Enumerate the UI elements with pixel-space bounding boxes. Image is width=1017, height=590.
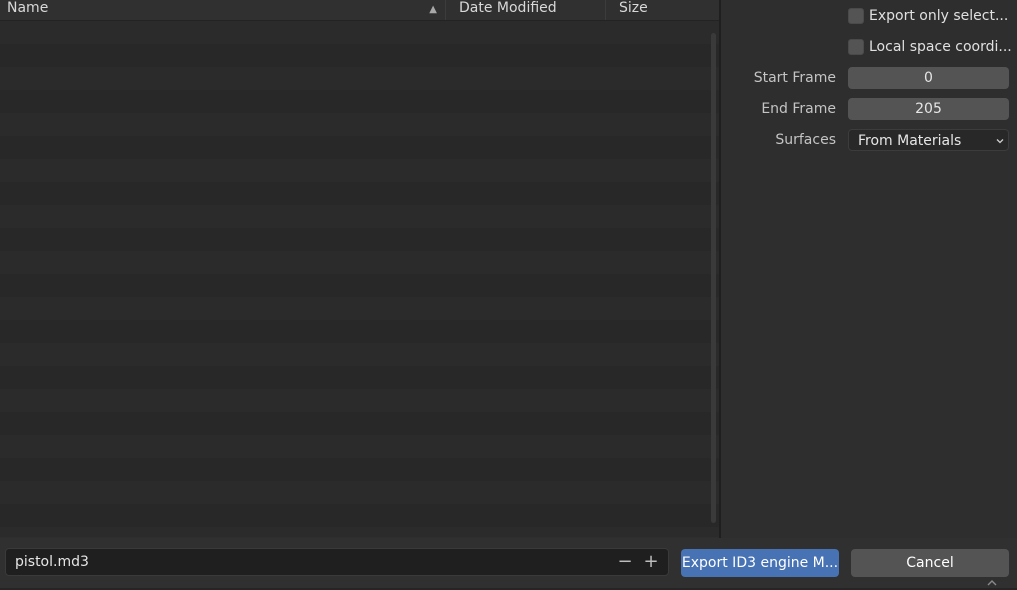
panel-divider[interactable] — [719, 0, 721, 538]
export-only-selected-option[interactable]: Export only select... — [848, 6, 1008, 26]
filename-value: pistol.md3 — [15, 554, 89, 570]
column-name-label: Name — [7, 0, 49, 16]
cancel-button[interactable]: Cancel — [851, 549, 1009, 577]
export-button[interactable]: Export ID3 engine M... — [681, 549, 839, 577]
file-list-row[interactable] — [0, 412, 719, 435]
file-list[interactable] — [0, 21, 719, 537]
file-export-dialog: Name ▲ Date Modified Size Export only se… — [0, 0, 1017, 590]
file-list-row[interactable] — [0, 90, 719, 113]
file-list-row[interactable] — [0, 159, 719, 182]
file-list-row[interactable] — [0, 343, 719, 366]
export-only-selected-label: Export only select... — [869, 8, 1009, 24]
file-list-row[interactable] — [0, 481, 719, 504]
surfaces-value: From Materials — [858, 133, 962, 149]
file-list-row[interactable] — [0, 389, 719, 412]
column-date-label: Date Modified — [459, 0, 557, 16]
scrollbar-thumb[interactable] — [711, 33, 716, 523]
file-list-row[interactable] — [0, 113, 719, 136]
file-list-row[interactable] — [0, 251, 719, 274]
chevron-down-icon — [996, 139, 1004, 144]
file-list-row[interactable] — [0, 136, 719, 159]
file-list-row[interactable] — [0, 297, 719, 320]
file-list-row[interactable] — [0, 67, 719, 90]
file-list-row[interactable] — [0, 205, 719, 228]
column-date-modified[interactable]: Date Modified — [446, 0, 606, 20]
column-header: Name ▲ Date Modified Size — [0, 0, 719, 21]
file-browser[interactable]: Name ▲ Date Modified Size — [0, 0, 719, 537]
start-frame-label: Start Frame — [753, 70, 836, 86]
file-list-row[interactable] — [0, 182, 719, 205]
surfaces-label: Surfaces — [775, 132, 836, 148]
end-frame-label: End Frame — [761, 101, 836, 117]
decrement-filename-button[interactable]: − — [612, 549, 638, 575]
local-space-option[interactable]: Local space coordi... — [848, 37, 1012, 57]
file-list-row[interactable] — [0, 21, 719, 44]
local-space-label: Local space coordi... — [869, 39, 1012, 55]
increment-filename-button[interactable]: + — [638, 549, 664, 575]
start-frame-field[interactable]: 0 — [848, 67, 1009, 89]
export-only-selected-checkbox[interactable] — [848, 8, 864, 24]
column-size[interactable]: Size — [606, 0, 719, 20]
local-space-checkbox[interactable] — [848, 39, 864, 55]
chevron-up-icon[interactable] — [986, 578, 998, 588]
file-list-row[interactable] — [0, 504, 719, 527]
surfaces-dropdown[interactable]: From Materials — [848, 129, 1009, 151]
file-list-row[interactable] — [0, 435, 719, 458]
file-list-row[interactable] — [0, 320, 719, 343]
file-list-row[interactable] — [0, 366, 719, 389]
file-list-scrollbar[interactable] — [711, 33, 718, 523]
column-name[interactable]: Name ▲ — [0, 0, 446, 20]
file-list-row[interactable] — [0, 274, 719, 297]
end-frame-field[interactable]: 205 — [848, 98, 1009, 120]
file-list-row[interactable] — [0, 228, 719, 251]
file-list-row[interactable] — [0, 44, 719, 67]
triangle-up-icon: ▲ — [429, 4, 437, 15]
column-size-label: Size — [619, 0, 648, 16]
file-list-row[interactable] — [0, 458, 719, 481]
filename-input[interactable]: pistol.md3 − + — [5, 548, 669, 576]
file-list-row[interactable] — [0, 527, 719, 537]
